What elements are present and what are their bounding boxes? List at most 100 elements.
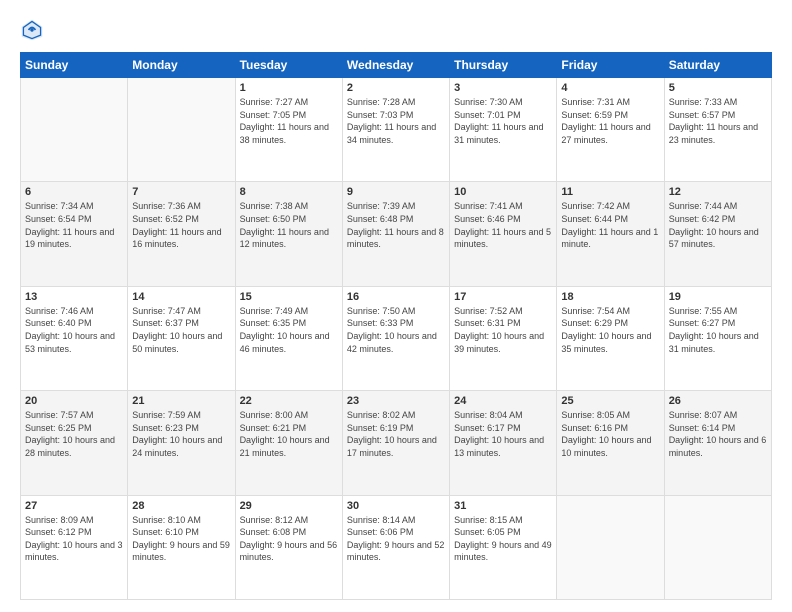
calendar-cell: 11 Sunrise: 7:42 AM Sunset: 6:44 PM Dayli… [557,182,664,286]
calendar-cell [128,78,235,182]
calendar-cell: 31 Sunrise: 8:15 AM Sunset: 6:05 PM Dayli… [450,495,557,599]
day-number: 25 [561,395,659,407]
calendar-cell: 1 Sunrise: 7:27 AM Sunset: 7:05 PM Daylig… [235,78,342,182]
weekday-header-monday: Monday [128,53,235,78]
weekday-header-tuesday: Tuesday [235,53,342,78]
calendar-cell: 8 Sunrise: 7:38 AM Sunset: 6:50 PM Daylig… [235,182,342,286]
day-number: 30 [347,500,445,512]
day-number: 31 [454,500,552,512]
day-number: 7 [132,186,230,198]
day-info: Sunrise: 7:55 AM Sunset: 6:27 PM Dayligh… [669,305,767,355]
day-number: 10 [454,186,552,198]
calendar-cell: 3 Sunrise: 7:30 AM Sunset: 7:01 PM Daylig… [450,78,557,182]
header [20,18,772,42]
day-info: Sunrise: 8:10 AM Sunset: 6:10 PM Dayligh… [132,514,230,564]
calendar-cell: 6 Sunrise: 7:34 AM Sunset: 6:54 PM Daylig… [21,182,128,286]
day-info: Sunrise: 8:05 AM Sunset: 6:16 PM Dayligh… [561,409,659,459]
day-info: Sunrise: 8:02 AM Sunset: 6:19 PM Dayligh… [347,409,445,459]
day-number: 19 [669,291,767,303]
weekday-header-row: SundayMondayTuesdayWednesdayThursdayFrid… [21,53,772,78]
day-number: 15 [240,291,338,303]
week-row-3: 13Sunrise: 7:46 AM Sunset: 6:40 PM Dayli… [21,286,772,390]
day-number: 21 [132,395,230,407]
calendar-cell: 16 Sunrise: 7:50 AM Sunset: 6:33 PM Dayli… [342,286,449,390]
calendar-cell: 21 Sunrise: 7:59 AM Sunset: 6:23 PM Dayli… [128,391,235,495]
day-info: Sunrise: 7:38 AM Sunset: 6:50 PM Dayligh… [240,200,338,250]
week-row-4: 20 Sunrise: 7:57 AM Sunset: 6:25 PM Dayli… [21,391,772,495]
day-number: 12 [669,186,767,198]
day-info: Sunrise: 7:36 AM Sunset: 6:52 PM Dayligh… [132,200,230,250]
day-info: Sunrise: 8:12 AM Sunset: 6:08 PM Dayligh… [240,514,338,564]
day-info: Sunrise: 7:31 AM Sunset: 6:59 PM Dayligh… [561,96,659,146]
day-number: 8 [240,186,338,198]
calendar-cell: 22 Sunrise: 8:00 AM Sunset: 6:21 PM Dayli… [235,391,342,495]
calendar-cell: 14 Sunrise: 7:47 AM Sunset: 6:37 PM Dayli… [128,286,235,390]
day-info: Sunrise: 7:33 AM Sunset: 6:57 PM Dayligh… [669,96,767,146]
day-info: Sunrise: 7:39 AM Sunset: 6:48 PM Dayligh… [347,200,445,250]
calendar-cell: 30 Sunrise: 8:14 AM Sunset: 6:06 PM Dayli… [342,495,449,599]
calendar-cell: 26 Sunrise: 8:07 AM Sunset: 6:14 PM Dayli… [664,391,771,495]
logo-icon [20,18,44,42]
day-info: Sunrise: 7:49 AM Sunset: 6:35 PM Dayligh… [240,305,338,355]
day-info: Sunrise: 7:34 AM Sunset: 6:54 PM Dayligh… [25,200,123,250]
day-info: Sunrise: 7:41 AM Sunset: 6:46 PM Dayligh… [454,200,552,250]
day-number: 5 [669,82,767,94]
calendar-cell: 5 Sunrise: 7:33 AM Sunset: 6:57 PM Daylig… [664,78,771,182]
calendar-cell: 15 Sunrise: 7:49 AM Sunset: 6:35 PM Dayli… [235,286,342,390]
day-number: 14 [132,291,230,303]
day-number: 13 [25,291,123,303]
calendar-cell: 4 Sunrise: 7:31 AM Sunset: 6:59 PM Daylig… [557,78,664,182]
day-number: 29 [240,500,338,512]
calendar-cell: 20 Sunrise: 7:57 AM Sunset: 6:25 PM Dayli… [21,391,128,495]
day-info: Sunrise: 8:14 AM Sunset: 6:06 PM Dayligh… [347,514,445,564]
day-number: 28 [132,500,230,512]
day-info: Sunrise: 8:07 AM Sunset: 6:14 PM Dayligh… [669,409,767,459]
day-number: 17 [454,291,552,303]
calendar-cell: 12 Sunrise: 7:44 AM Sunset: 6:42 PM Dayli… [664,182,771,286]
day-info: Sunrise: 7:47 AM Sunset: 6:37 PM Dayligh… [132,305,230,355]
day-number: 1 [240,82,338,94]
week-row-2: 6 Sunrise: 7:34 AM Sunset: 6:54 PM Daylig… [21,182,772,286]
day-info: Sunrise: 7:57 AM Sunset: 6:25 PM Dayligh… [25,409,123,459]
calendar-cell [664,495,771,599]
day-info: Sunrise: 7:42 AM Sunset: 6:44 PM Dayligh… [561,200,659,250]
calendar-cell: 23Sunrise: 8:02 AM Sunset: 6:19 PM Dayli… [342,391,449,495]
day-info: Sunrise: 7:44 AM Sunset: 6:42 PM Dayligh… [669,200,767,250]
weekday-header-wednesday: Wednesday [342,53,449,78]
day-info: Sunrise: 8:15 AM Sunset: 6:05 PM Dayligh… [454,514,552,564]
day-number: 27 [25,500,123,512]
day-number: 6 [25,186,123,198]
day-number: 11 [561,186,659,198]
calendar-cell: 17 Sunrise: 7:52 AM Sunset: 6:31 PM Dayli… [450,286,557,390]
day-info: Sunrise: 7:59 AM Sunset: 6:23 PM Dayligh… [132,409,230,459]
day-info: Sunrise: 7:28 AM Sunset: 7:03 PM Dayligh… [347,96,445,146]
calendar-cell: 13Sunrise: 7:46 AM Sunset: 6:40 PM Dayli… [21,286,128,390]
day-info: Sunrise: 7:52 AM Sunset: 6:31 PM Dayligh… [454,305,552,355]
day-info: Sunrise: 7:54 AM Sunset: 6:29 PM Dayligh… [561,305,659,355]
day-number: 3 [454,82,552,94]
calendar-cell: 7 Sunrise: 7:36 AM Sunset: 6:52 PM Daylig… [128,182,235,286]
day-number: 24 [454,395,552,407]
calendar-cell [21,78,128,182]
calendar-cell: 24 Sunrise: 8:04 AM Sunset: 6:17 PM Dayli… [450,391,557,495]
day-number: 16 [347,291,445,303]
day-number: 26 [669,395,767,407]
calendar-cell: 18 Sunrise: 7:54 AM Sunset: 6:29 PM Dayli… [557,286,664,390]
calendar-cell: 9 Sunrise: 7:39 AM Sunset: 6:48 PM Daylig… [342,182,449,286]
day-number: 22 [240,395,338,407]
day-info: Sunrise: 7:27 AM Sunset: 7:05 PM Dayligh… [240,96,338,146]
weekday-header-friday: Friday [557,53,664,78]
day-info: Sunrise: 7:50 AM Sunset: 6:33 PM Dayligh… [347,305,445,355]
day-number: 4 [561,82,659,94]
calendar-cell: 27Sunrise: 8:09 AM Sunset: 6:12 PM Dayli… [21,495,128,599]
day-number: 2 [347,82,445,94]
day-info: Sunrise: 8:04 AM Sunset: 6:17 PM Dayligh… [454,409,552,459]
day-number: 9 [347,186,445,198]
week-row-1: 1 Sunrise: 7:27 AM Sunset: 7:05 PM Daylig… [21,78,772,182]
weekday-header-thursday: Thursday [450,53,557,78]
day-number: 20 [25,395,123,407]
day-info: Sunrise: 8:00 AM Sunset: 6:21 PM Dayligh… [240,409,338,459]
day-number: 18 [561,291,659,303]
day-info: Sunrise: 7:30 AM Sunset: 7:01 PM Dayligh… [454,96,552,146]
calendar-cell: 2 Sunrise: 7:28 AM Sunset: 7:03 PM Daylig… [342,78,449,182]
